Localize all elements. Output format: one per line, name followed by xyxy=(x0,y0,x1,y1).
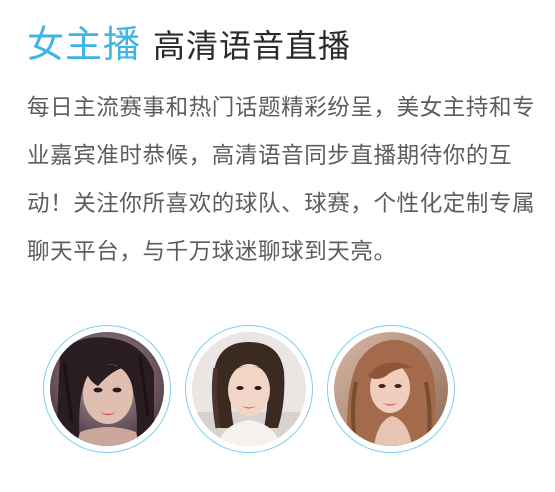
feature-description: 每日主流赛事和热门话题精彩纷呈，美女主持和专业嘉宾准时恭候，高清语音同步直播期待… xyxy=(27,95,536,265)
title-accent: 女主播 xyxy=(27,23,141,66)
avatar-photo-icon xyxy=(50,332,164,446)
avatar-photo-icon xyxy=(192,332,306,446)
avatar-photo-icon xyxy=(334,332,448,446)
anchor-avatar-list xyxy=(43,325,455,453)
anchor-avatar-1 xyxy=(43,325,171,453)
title-main: 高清语音直播 xyxy=(153,27,352,65)
section-title: 女主播 高清语音直播 xyxy=(27,14,351,68)
anchor-avatar-2 xyxy=(185,325,313,453)
anchor-avatar-3 xyxy=(327,325,455,453)
